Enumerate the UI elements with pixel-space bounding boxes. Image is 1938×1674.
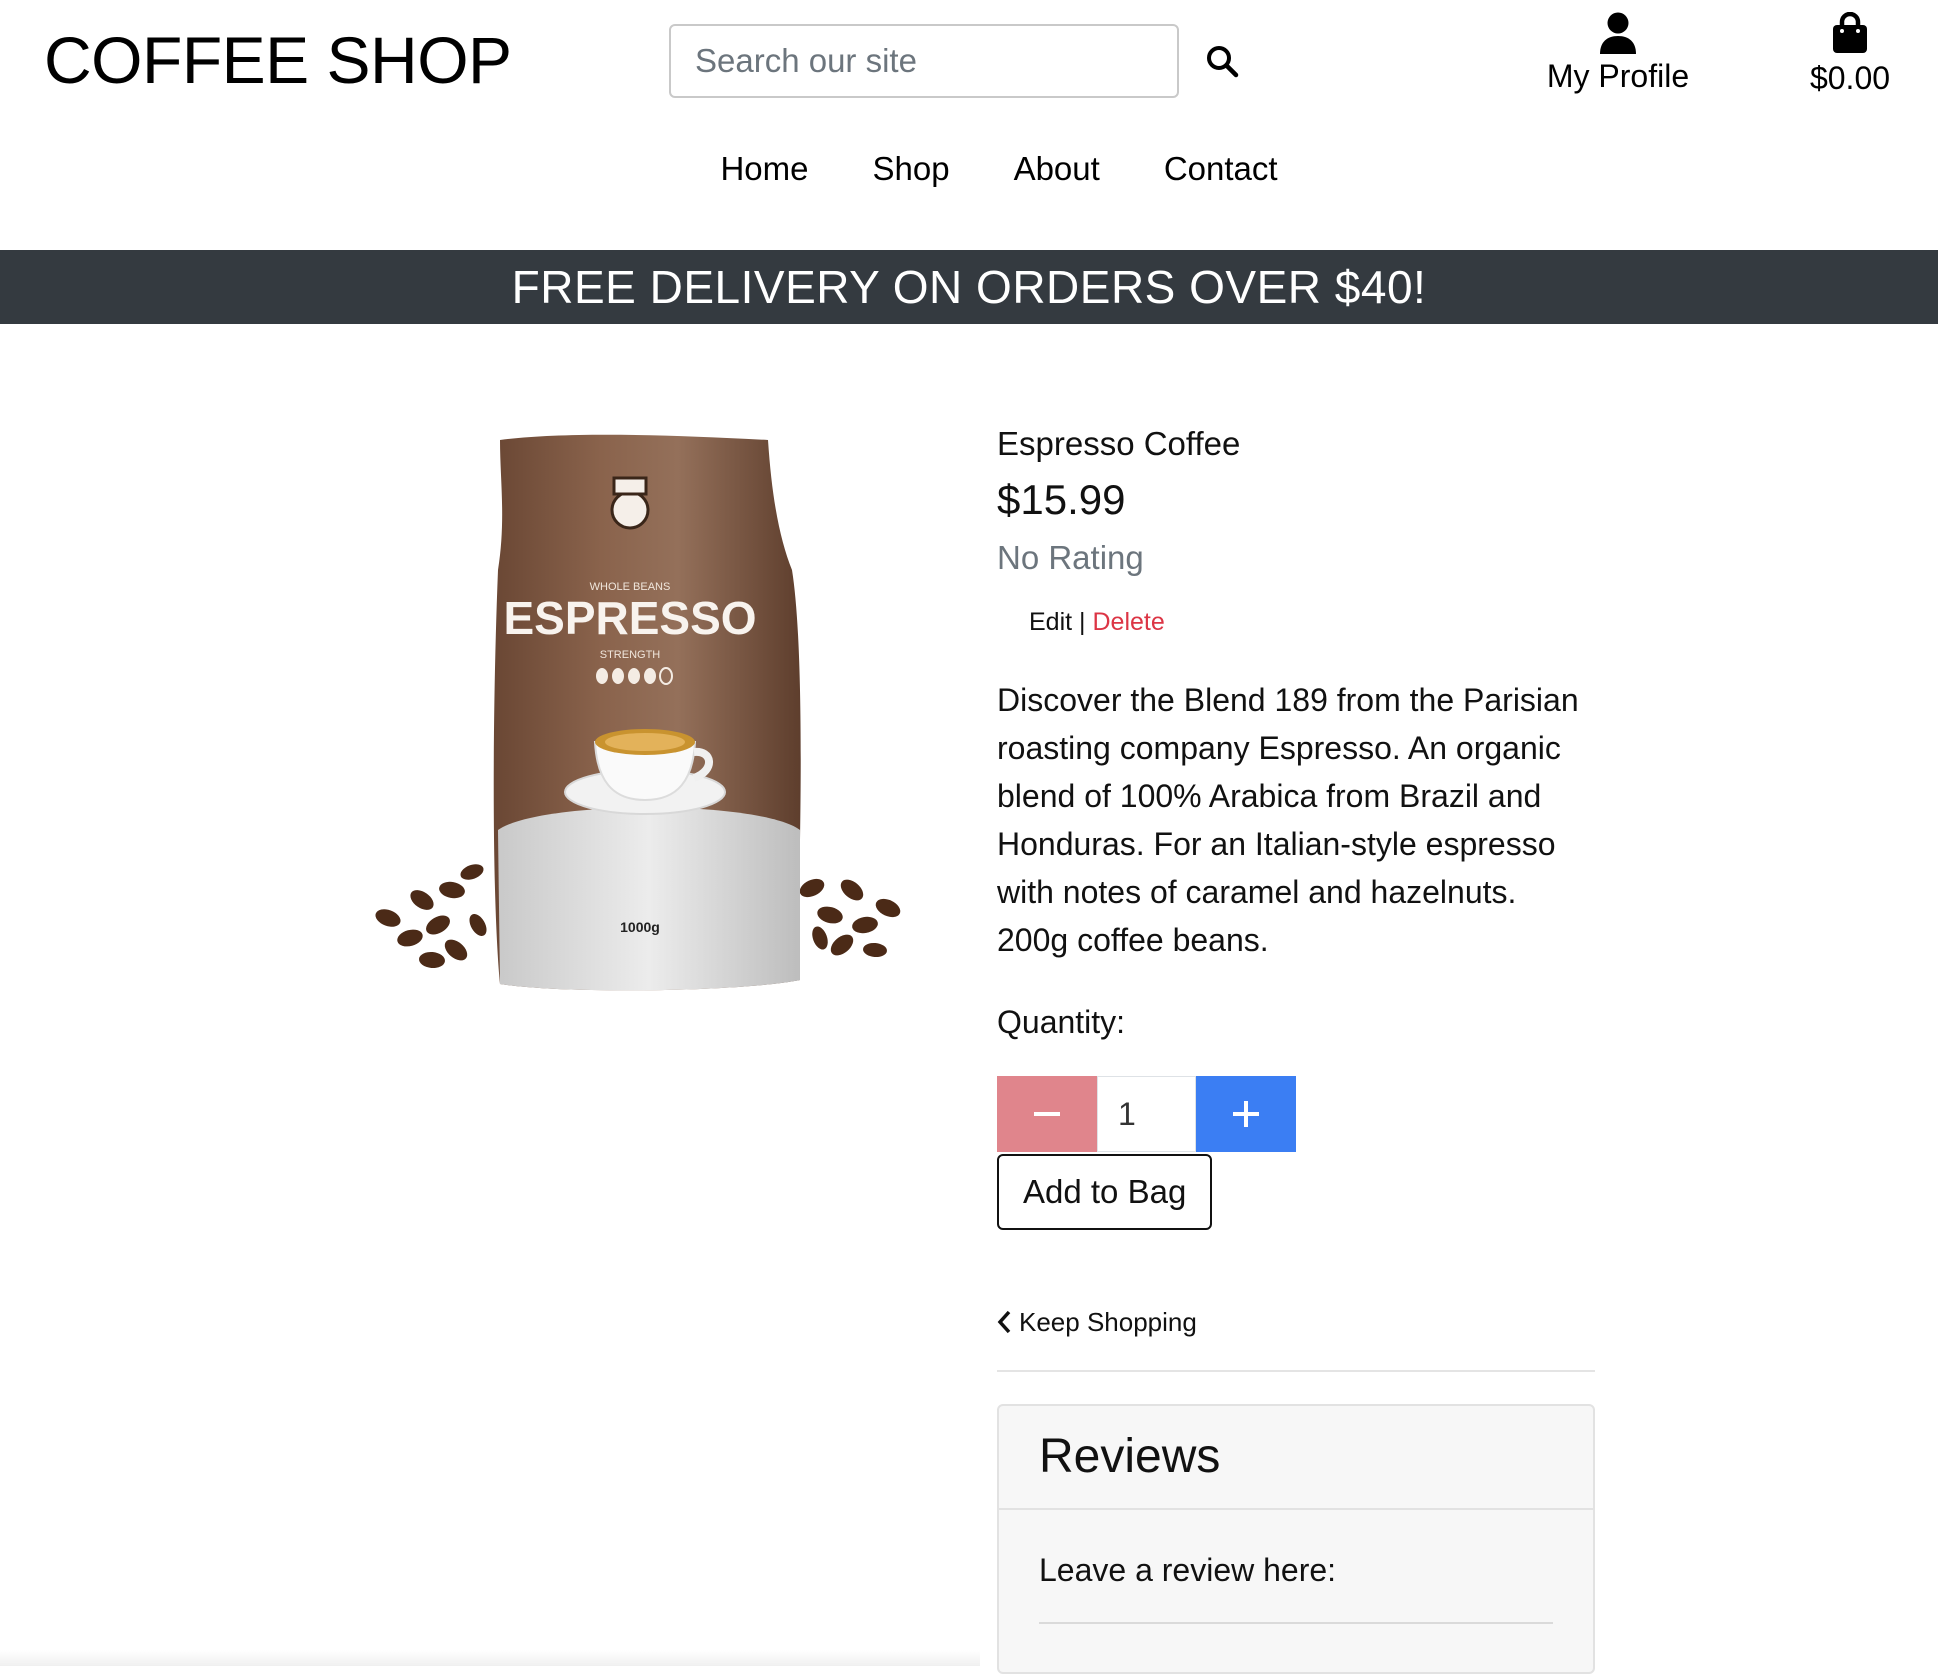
quantity-input[interactable] xyxy=(1097,1076,1196,1152)
free-delivery-banner: FREE DELIVERY ON ORDERS OVER $40! xyxy=(0,250,1938,324)
shopping-bag-icon xyxy=(1833,12,1867,53)
decrement-quantity-button[interactable] xyxy=(997,1076,1097,1152)
search-icon xyxy=(1207,45,1239,77)
keep-shopping-link[interactable]: Keep Shopping xyxy=(997,1304,1595,1340)
plus-icon xyxy=(1233,1101,1259,1127)
minus-icon xyxy=(1034,1112,1060,1116)
site-logo[interactable]: COFFEE SHOP xyxy=(44,20,512,100)
reviews-card: Reviews Leave a review here: xyxy=(997,1404,1595,1674)
my-profile-link[interactable]: My Profile xyxy=(1532,12,1704,108)
product-price: $15.99 xyxy=(997,476,1126,523)
product-rating: No Rating xyxy=(997,539,1144,576)
bag-total: $0.00 xyxy=(1809,60,1891,96)
review-divider xyxy=(1039,1622,1553,1624)
chevron-left-icon xyxy=(997,1310,1011,1334)
quantity-label: Quantity: xyxy=(997,1004,1126,1040)
reviews-title: Reviews xyxy=(999,1406,1593,1510)
admin-links: Edit | Delete xyxy=(1029,604,1595,640)
nav-about[interactable]: About xyxy=(1014,150,1100,188)
divider xyxy=(997,1370,1595,1372)
admin-separator: | xyxy=(1072,608,1093,636)
bag-label-strength: STRENGTH xyxy=(600,649,661,661)
product-image: WHOLE BEANS ESPRESSO STRENGTH 1000g xyxy=(375,434,901,991)
my-profile-label: My Profile xyxy=(1546,58,1690,94)
delete-link[interactable]: Delete xyxy=(1092,608,1164,636)
keep-shopping-label: Keep Shopping xyxy=(1019,1306,1197,1337)
search-button[interactable] xyxy=(1196,36,1248,88)
bag-label-weight: 1000g xyxy=(620,919,660,935)
bag-label-espresso: ESPRESSO xyxy=(503,592,756,644)
shopping-bag-link[interactable]: $0.00 xyxy=(1790,12,1910,108)
product-details: Espresso Coffee $15.99 No Rating Edit | … xyxy=(997,420,1595,1674)
nav-contact[interactable]: Contact xyxy=(1164,150,1278,188)
review-prompt: Leave a review here: xyxy=(1039,1552,1337,1588)
nav-home[interactable]: Home xyxy=(720,150,808,188)
increment-quantity-button[interactable] xyxy=(1196,1076,1296,1152)
user-icon xyxy=(1600,12,1636,54)
product-name: Espresso Coffee xyxy=(997,425,1241,462)
main-nav: Home Shop About Contact xyxy=(0,150,1938,188)
quantity-stepper xyxy=(997,1076,1595,1152)
nav-shop[interactable]: Shop xyxy=(872,150,949,188)
edit-link[interactable]: Edit xyxy=(1029,608,1072,636)
search-input[interactable] xyxy=(669,24,1179,98)
reviews-body: Leave a review here: xyxy=(999,1510,1593,1624)
bottom-shadow xyxy=(0,1650,980,1666)
add-to-bag-button[interactable]: Add to Bag xyxy=(997,1154,1213,1230)
product-description: Discover the Blend 189 from the Parisian… xyxy=(997,682,1579,958)
